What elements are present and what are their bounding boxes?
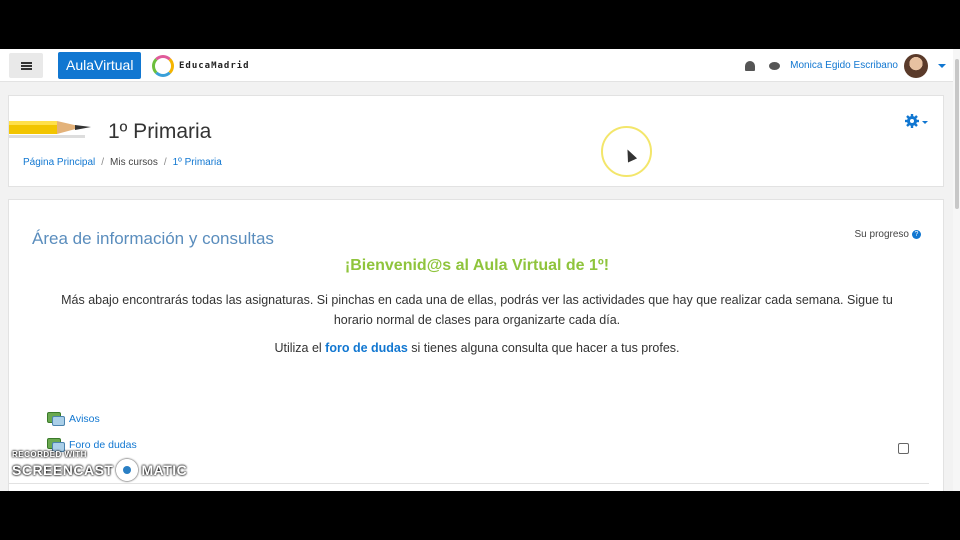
breadcrumb-my-courses[interactable]: Mis cursos [110, 157, 158, 168]
course-section: Área de información y consultas Su progr… [8, 199, 944, 491]
completion-checkbox[interactable] [898, 443, 909, 454]
section-title[interactable]: Área de información y consultas [32, 229, 274, 249]
breadcrumb-separator: / [101, 157, 105, 168]
forum-hint: Utiliza el foro de dudas si tienes algun… [9, 341, 945, 355]
watermark-right: MATIC [141, 462, 188, 478]
caret-down-icon[interactable] [938, 63, 946, 68]
progress-label: Su progreso ? [855, 229, 921, 240]
breadcrumb-current-course[interactable]: 1º Primaria [173, 157, 222, 168]
educamadrid-logo-icon [152, 55, 174, 77]
avatar[interactable] [904, 53, 928, 78]
activity-avisos[interactable]: Avisos [47, 412, 100, 426]
breadcrumb-separator: / [163, 157, 167, 168]
welcome-heading: ¡Bienvenid@s al Aula Virtual de 1º! [344, 257, 610, 274]
watermark-left: SCREENCAST [12, 462, 114, 478]
page-title: 1º Primaria [108, 120, 212, 143]
pencil-icon [9, 121, 91, 138]
divider [9, 483, 929, 484]
breadcrumb-home[interactable]: Página Principal [23, 157, 95, 168]
hamburger-menu-button[interactable] [9, 53, 43, 78]
top-navbar: AulaVirtual EducaMadrid Monica Egido Esc… [0, 49, 960, 82]
chat-icon[interactable] [769, 61, 781, 70]
breadcrumb: Página Principal / Mis cursos / 1º Prima… [23, 157, 222, 168]
forum-link[interactable]: foro de dudas [325, 341, 408, 355]
page-scrollbar[interactable] [953, 49, 960, 491]
browser-viewport: AulaVirtual EducaMadrid Monica Egido Esc… [0, 49, 960, 491]
scrollbar-thumb[interactable] [955, 59, 959, 209]
hamburger-icon [20, 61, 32, 70]
forum-hint-suffix: si tienes alguna consulta que hacer a tu… [407, 341, 680, 355]
educamadrid-logo[interactable]: EducaMadrid [152, 55, 250, 77]
help-icon[interactable]: ? [912, 230, 921, 239]
screencast-logo-icon [116, 459, 139, 481]
course-header: 1º Primaria Página Principal / Mis curso… [8, 95, 944, 187]
gear-icon[interactable] [905, 114, 919, 128]
activity-label: Avisos [69, 413, 100, 425]
user-menu-area: Monica Egido Escribano [745, 53, 946, 78]
bell-icon[interactable] [745, 60, 756, 71]
site-brand-link[interactable]: AulaVirtual [58, 52, 142, 79]
gear-caret-icon[interactable] [922, 121, 928, 124]
logo-text: EducaMadrid [179, 61, 250, 71]
watermark-recorded-with: RECORDED WITH [12, 450, 87, 459]
progress-text: Su progreso [854, 229, 909, 240]
intro-text: Más abajo encontrarás todas las asignatu… [61, 293, 893, 327]
user-name-link[interactable]: Monica Egido Escribano [790, 60, 898, 71]
forum-hint-prefix: Utiliza el [274, 341, 326, 355]
forum-icon [47, 412, 65, 426]
screencast-watermark: RECORDED WITH SCREENCAST MATIC [12, 450, 187, 481]
watermark-logo: SCREENCAST MATIC [12, 459, 187, 481]
